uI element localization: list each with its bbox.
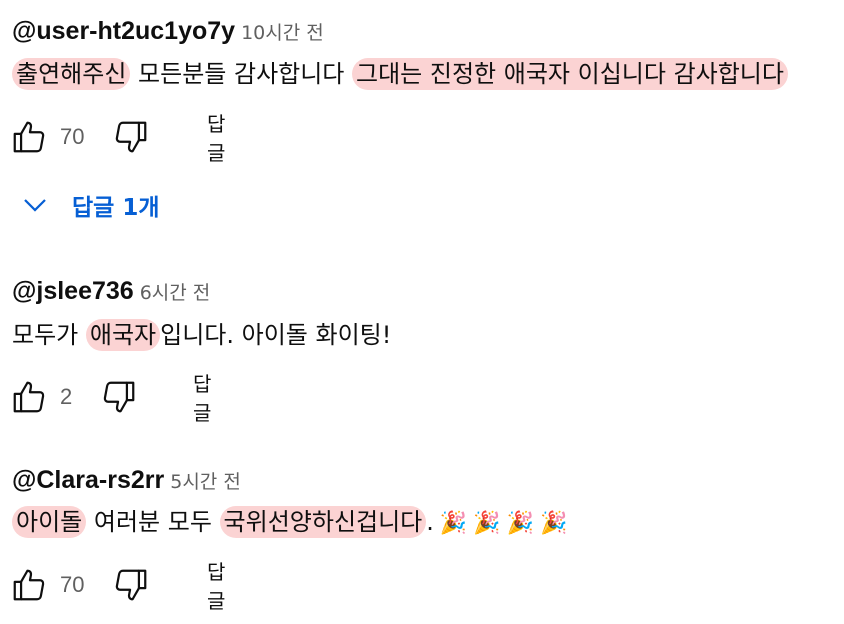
party-popper-emoji: 🎉 [473,511,501,536]
party-popper-emoji: 🎉 [439,511,468,536]
comment-time[interactable]: 10시간 전 [241,22,324,44]
highlighted-text: 출연해주신 [12,58,131,90]
comment-time[interactable]: 6시간 전 [140,282,211,304]
comment-actions: 70 답글 [10,112,225,165]
like-count: 2 [60,384,73,409]
thumbs-down-icon [104,381,135,413]
comment-actions: 70 답글 [10,560,225,613]
party-popper-emoji: 🎉 [506,511,535,536]
comment-actions: 2 답글 [10,372,211,425]
highlighted-text: 그대는 진정한 애국자 이십니다 감사합니다 [352,58,788,90]
comment-author[interactable]: @user-ht2uc1yo7y [12,17,235,45]
comment-text-segment: 모든분들 감사합니다 [130,60,353,88]
comment-meta: @Clara-rs2rr 5시간 전 [12,466,241,495]
comment-text-segment: 모두가 [12,321,86,349]
thumbs-down-icon [116,569,147,601]
dislike-button[interactable] [112,566,150,604]
thumbs-down-icon [116,121,147,153]
view-replies-button[interactable]: 답글 1개 [20,188,160,222]
chevron-down-icon [24,199,46,212]
reply-button[interactable]: 답글 [193,368,211,426]
comment-author[interactable]: @Clara-rs2rr [12,466,164,494]
like-button[interactable] [10,118,48,156]
comment-text-segment: 입니다. 아이돌 화이팅! [160,321,392,349]
dislike-button[interactable] [100,378,138,416]
comment-text-segment: 여러분 모두 [86,508,220,536]
like-count: 70 [60,572,85,597]
party-popper-emoji: 🎉 [540,511,568,536]
comment-text: 아이돌 여러분 모두 국위선양하신겁니다. 🎉 🎉 🎉 🎉 [12,503,568,543]
dislike-button[interactable] [112,118,150,156]
thumbs-up-icon [13,381,45,413]
comment-time[interactable]: 5시간 전 [170,471,241,493]
comment-meta: @jslee736 6시간 전 [12,277,210,306]
like-button[interactable] [10,378,48,416]
highlighted-text: 아이돌 [12,506,87,538]
like-count: 70 [60,124,85,149]
reply-button[interactable]: 답글 [207,108,225,166]
comment-meta: @user-ht2uc1yo7y 10시간 전 [12,17,324,46]
comment-text: 출연해주신 모든분들 감사합니다 그대는 진정한 애국자 이십니다 감사합니다 [12,55,788,93]
reply-button[interactable]: 답글 [207,556,225,614]
comment-text-segment: . [426,508,434,536]
like-button[interactable] [10,566,48,604]
highlighted-text: 애국자 [85,319,161,351]
thumbs-up-icon [13,121,45,153]
comment-text: 모두가 애국자 입니다. 아이돌 화이팅! [12,316,391,354]
comment-author[interactable]: @jslee736 [12,277,134,305]
replies-count-label: 답글 1개 [72,195,160,221]
thumbs-up-icon [13,569,45,601]
highlighted-text: 국위선양하신겁니다 [219,506,427,538]
